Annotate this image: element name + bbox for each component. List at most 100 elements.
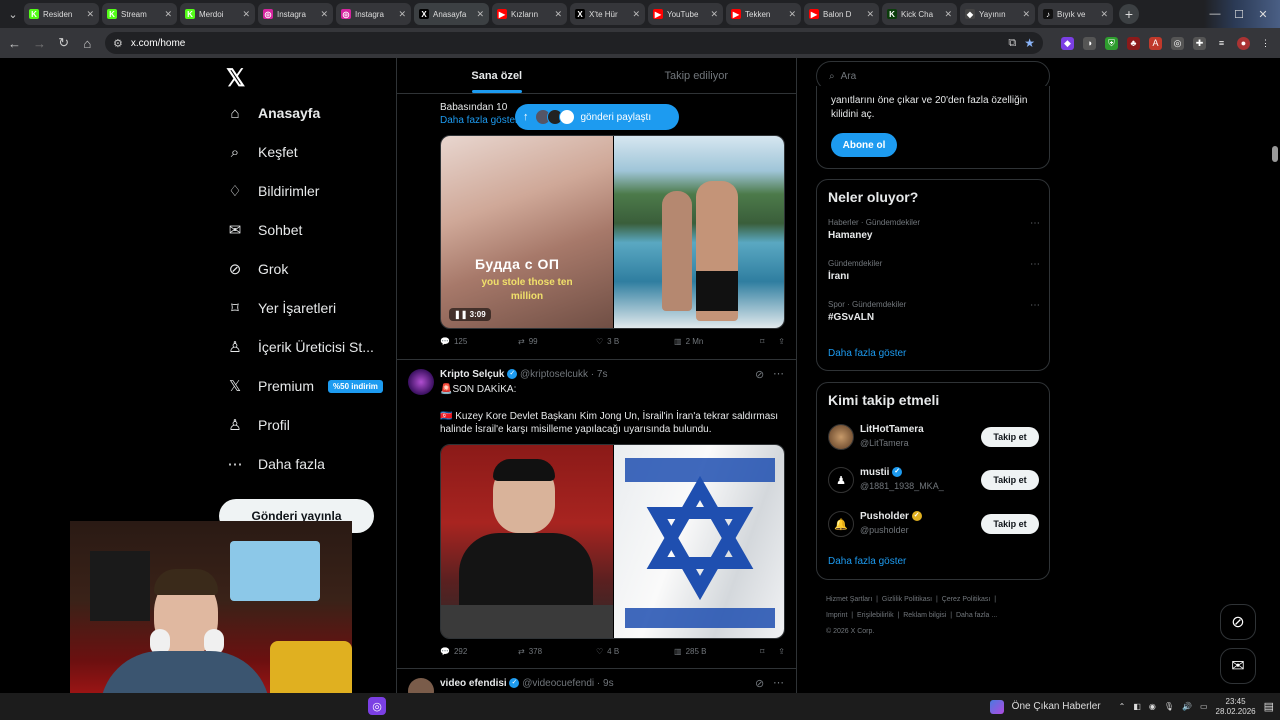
tab-close-icon[interactable]: ✕ [476, 9, 484, 20]
show-more-link[interactable]: Daha fazla göster [440, 114, 518, 127]
author-name[interactable]: video efendisi [440, 678, 507, 689]
extension-icon[interactable]: ◑ [1083, 36, 1096, 50]
avatar[interactable] [408, 678, 434, 693]
reading-list-icon[interactable]: ≡ [1215, 37, 1228, 50]
browser-tab[interactable]: K Merdoi ✕ [180, 3, 255, 25]
more-options-icon[interactable]: ⋯ [1030, 259, 1040, 270]
footer-link[interactable]: Hizmet Şartları [826, 596, 872, 603]
browser-tab[interactable]: ◆ Yayının ✕ [960, 3, 1035, 25]
tab-close-icon[interactable]: ✕ [86, 9, 94, 20]
who-to-follow-item[interactable]: ♟ mustii ✓ @1881_1938_MKA_ Takip et [817, 467, 1049, 497]
extension-shield-icon[interactable]: ⛨ [1105, 36, 1118, 50]
minimize-icon[interactable]: — [1204, 8, 1226, 20]
footer-link[interactable]: Imprint [826, 612, 847, 619]
author-handle[interactable]: @videocuefendi [522, 678, 594, 689]
like-button[interactable]: ♡ 3 B [596, 337, 674, 346]
extension-icon[interactable]: ♣ [1127, 36, 1140, 50]
reply-button[interactable]: 💬 292 [440, 647, 518, 656]
tab-search-icon[interactable]: ⌄ [4, 5, 22, 23]
taskbar-app-icon[interactable]: ◎ [368, 697, 386, 715]
follow-button[interactable]: Takip et [981, 514, 1039, 534]
nav-item[interactable]: ⊘ Grok [226, 260, 289, 278]
views-button[interactable]: ▥ 2 Mn [674, 337, 752, 346]
mic-icon[interactable]: 🎙 [1164, 702, 1174, 711]
tab-close-icon[interactable]: ✕ [944, 9, 952, 20]
install-icon[interactable]: ⧉ [1008, 37, 1016, 50]
browser-tab[interactable]: K Stream ✕ [102, 3, 177, 25]
chevron-up-icon[interactable]: ⌃ [1119, 702, 1126, 711]
footer-link[interactable]: Daha fazla ... [956, 612, 997, 619]
footer-link[interactable]: Çerez Politikası [942, 596, 991, 603]
tab-close-icon[interactable]: ✕ [164, 9, 172, 20]
notifications-icon[interactable]: ▤ [1264, 700, 1274, 713]
bookmark-star-icon[interactable]: ★ [1024, 36, 1035, 50]
tab-close-icon[interactable]: ✕ [632, 9, 640, 20]
puzzle-icon[interactable]: ✚ [1193, 36, 1206, 50]
maximize-icon[interactable]: ☐ [1228, 8, 1250, 21]
show-new-posts-pill[interactable]: ↑ gönderi paylaştı [515, 104, 679, 130]
battery-icon[interactable]: ▭ [1200, 702, 1208, 711]
post-time[interactable]: 9s [603, 678, 614, 689]
close-window-icon[interactable]: ✕ [1252, 8, 1274, 21]
trend-item[interactable]: Haberler · Gündemdekiler Hamaney ⋯ [828, 218, 1040, 241]
nav-item[interactable]: ⌑ Yer İşaretleri [226, 299, 336, 317]
clock[interactable]: 23:45 28.02.2026 [1216, 697, 1256, 717]
reload-icon[interactable]: ↻ [58, 35, 70, 51]
browser-tab[interactable]: ▶ Balon D ✕ [804, 3, 879, 25]
back-icon[interactable]: ← [8, 36, 21, 51]
bookmark-icon[interactable]: ⌑ [760, 647, 764, 656]
nav-item[interactable]: ♙ İçerik Üreticisi St... [226, 338, 374, 356]
reply-button[interactable]: 💬 125 [440, 337, 518, 346]
footer-link[interactable]: Reklam bilgisi [903, 612, 946, 619]
tab-close-icon[interactable]: ✕ [320, 9, 328, 20]
more-options-icon[interactable]: ⋯ [773, 676, 784, 689]
extension-icon[interactable]: ◆ [1061, 36, 1074, 50]
post-time[interactable]: 7s [597, 369, 608, 380]
network-icon[interactable]: ◉ [1149, 702, 1156, 711]
repost-button[interactable]: ⇄ 378 [518, 647, 596, 656]
bookmark-icon[interactable]: ⌑ [760, 337, 764, 346]
more-options-icon[interactable]: ⋯ [1030, 218, 1040, 229]
site-info-icon[interactable]: ⚙ [113, 37, 123, 50]
browser-tab[interactable]: K Kick Cha ✕ [882, 3, 957, 25]
grok-icon[interactable]: ⊘ [755, 368, 764, 381]
browser-tab[interactable]: ◎ Instagra ✕ [336, 3, 411, 25]
avatar[interactable] [408, 369, 434, 395]
who-to-follow-item[interactable]: 🔔 Pusholder ✓ @pusholder Takip et [817, 511, 1049, 541]
who-more-link[interactable]: Daha fazla göster [828, 556, 906, 567]
grok-fab[interactable]: ⊘ [1220, 604, 1256, 640]
more-options-icon[interactable]: ⋯ [773, 367, 784, 380]
who-to-follow-item[interactable]: LitHotTamera @LitTamera Takip et [817, 424, 1049, 454]
subscribe-button[interactable]: Abone ol [831, 133, 897, 157]
browser-tab[interactable]: ♪ Bıyık ve ✕ [1038, 3, 1113, 25]
pause-icon[interactable]: ❚❚ [454, 310, 467, 319]
nav-item[interactable]: ⋯ Daha fazla [226, 455, 325, 473]
messages-fab[interactable]: ✉ [1220, 648, 1256, 684]
nav-item[interactable]: ♙ Profil [226, 416, 290, 434]
url-bar[interactable]: ⚙ x.com/home ⧉ ★ [105, 32, 1043, 54]
grok-icon[interactable]: ⊘ [755, 677, 764, 690]
tab-close-icon[interactable]: ✕ [398, 9, 406, 20]
tab-close-icon[interactable]: ✕ [1100, 9, 1108, 20]
menu-icon[interactable]: ⋮ [1259, 37, 1272, 50]
tab-following[interactable]: Takip ediliyor [597, 58, 797, 93]
forward-icon[interactable]: → [33, 36, 46, 51]
new-tab-button[interactable]: + [1119, 4, 1139, 24]
adblock-icon[interactable]: A [1149, 36, 1162, 50]
views-button[interactable]: ▥ 285 B [674, 647, 752, 656]
tab-close-icon[interactable]: ✕ [710, 9, 718, 20]
browser-tab[interactable]: ▶ Kızların ✕ [492, 3, 567, 25]
tab-close-icon[interactable]: ✕ [242, 9, 250, 20]
trend-item[interactable]: Gündemdekiler İranı ⋯ [828, 259, 1040, 282]
tab-close-icon[interactable]: ✕ [554, 9, 562, 20]
follow-button[interactable]: Takip et [981, 427, 1039, 447]
browser-tab[interactable]: X Anasayfa ✕ [414, 3, 489, 25]
repost-button[interactable]: ⇄ 99 [518, 337, 596, 346]
tab-close-icon[interactable]: ✕ [866, 9, 874, 20]
home-browser-icon[interactable]: ⌂ [82, 36, 94, 51]
nav-item[interactable]: ⌕ Keşfet [226, 143, 298, 161]
nav-item[interactable]: 𝕏 Premium %50 indirim [226, 377, 383, 395]
author-name[interactable]: Kripto Selçuk [440, 369, 504, 380]
post-media-image[interactable] [440, 444, 785, 639]
author-handle[interactable]: @kriptoselcukk [520, 369, 588, 380]
